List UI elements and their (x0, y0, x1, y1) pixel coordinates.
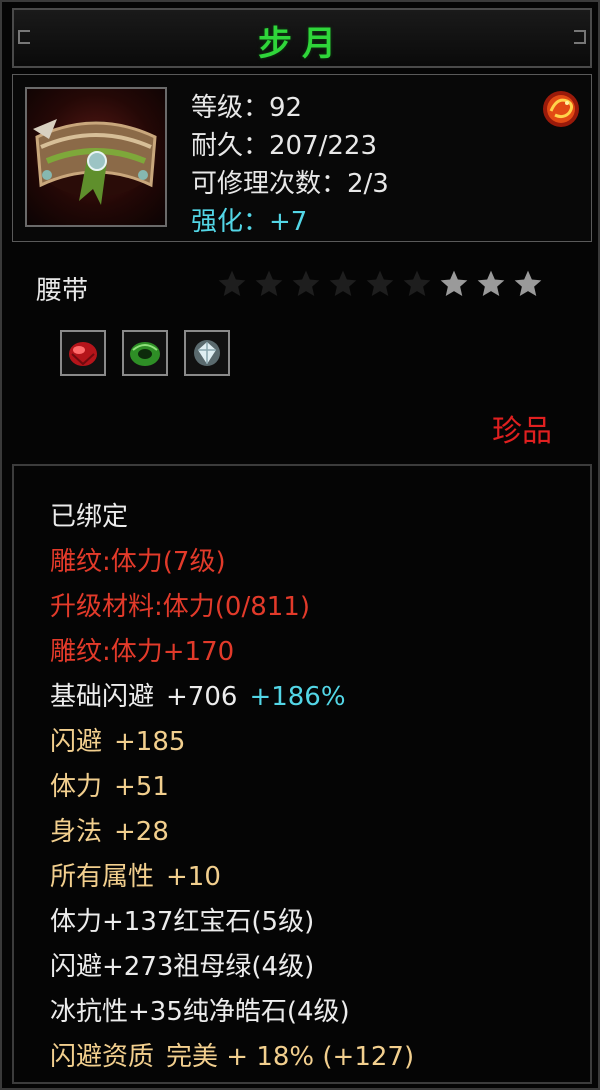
base-dodge-percent: +186% (249, 682, 346, 712)
dodge-value: +185 (114, 727, 186, 757)
star-empty-icon (253, 268, 285, 300)
bound-status: 已绑定 (50, 502, 129, 532)
gem-line-ruby: 体力+137红宝石(5级) (50, 907, 315, 937)
base-dodge-line: 基础闪避 +706 +186% (50, 676, 346, 713)
star-rating (216, 268, 546, 302)
item-durability: 耐久：207/223 (191, 131, 378, 161)
star-empty-icon (216, 268, 248, 300)
agility-label: 身法 (50, 817, 103, 847)
item-name: 步月 (258, 24, 346, 64)
engrave-line: 雕纹:体力(7级) (50, 547, 226, 577)
belt-item-icon (25, 87, 167, 227)
star-empty-icon (364, 268, 396, 300)
item-tooltip: 步月 等级：92 耐久：207/223 可修理次数：2/3 强化：+7 腰带 珍… (0, 0, 600, 1090)
diamond-gem-icon[interactable] (184, 330, 230, 376)
star-filled-icon (512, 268, 544, 300)
dragon-emblem-icon (539, 87, 583, 131)
agility-line: 身法 +28 (50, 811, 169, 848)
all-attributes-label: 所有属性 (50, 862, 155, 892)
dodge-label: 闪避 (50, 727, 103, 757)
vitality-line: 体力 +51 (50, 766, 169, 803)
dodge-line: 闪避 +185 (50, 721, 185, 758)
vitality-value: +51 (114, 772, 169, 802)
star-filled-icon (475, 268, 507, 300)
star-empty-icon (290, 268, 322, 300)
vitality-label: 体力 (50, 772, 103, 802)
aptitude-label: 闪避资质 (50, 1042, 155, 1072)
emerald-gem-icon[interactable] (122, 330, 168, 376)
aptitude-value: 完美 + 18% (+127) (166, 1042, 415, 1072)
engrave-bonus-line: 雕纹:体力+170 (50, 637, 235, 667)
ruby-gem-icon[interactable] (60, 330, 106, 376)
upgrade-material-line: 升级材料:体力(0/811) (50, 592, 310, 622)
item-rarity: 珍品 (492, 414, 552, 449)
all-attributes-line: 所有属性 +10 (50, 856, 221, 893)
attributes-panel: 已绑定 雕纹:体力(7级) 升级材料:体力(0/811) 雕纹:体力+170 基… (12, 464, 592, 1084)
item-repair-count: 可修理次数：2/3 (191, 169, 389, 199)
item-header-panel: 等级：92 耐久：207/223 可修理次数：2/3 强化：+7 (12, 74, 592, 242)
base-dodge-value: +706 (166, 682, 238, 712)
title-bar: 步月 (12, 8, 592, 68)
item-enhance: 强化：+7 (191, 207, 308, 237)
agility-value: +28 (114, 817, 169, 847)
star-filled-icon (438, 268, 470, 300)
star-empty-icon (327, 268, 359, 300)
gem-line-emerald: 闪避+273祖母绿(4级) (50, 952, 315, 982)
item-level: 等级：92 (191, 93, 303, 123)
star-empty-icon (401, 268, 433, 300)
all-attributes-value: +10 (166, 862, 221, 892)
aptitude-line: 闪避资质 完美 + 18% (+127) (50, 1036, 414, 1073)
item-type: 腰带 (36, 276, 89, 306)
gem-line-diamond: 冰抗性+35纯净皓石(4级) (50, 997, 350, 1027)
base-dodge-label: 基础闪避 (50, 682, 155, 712)
